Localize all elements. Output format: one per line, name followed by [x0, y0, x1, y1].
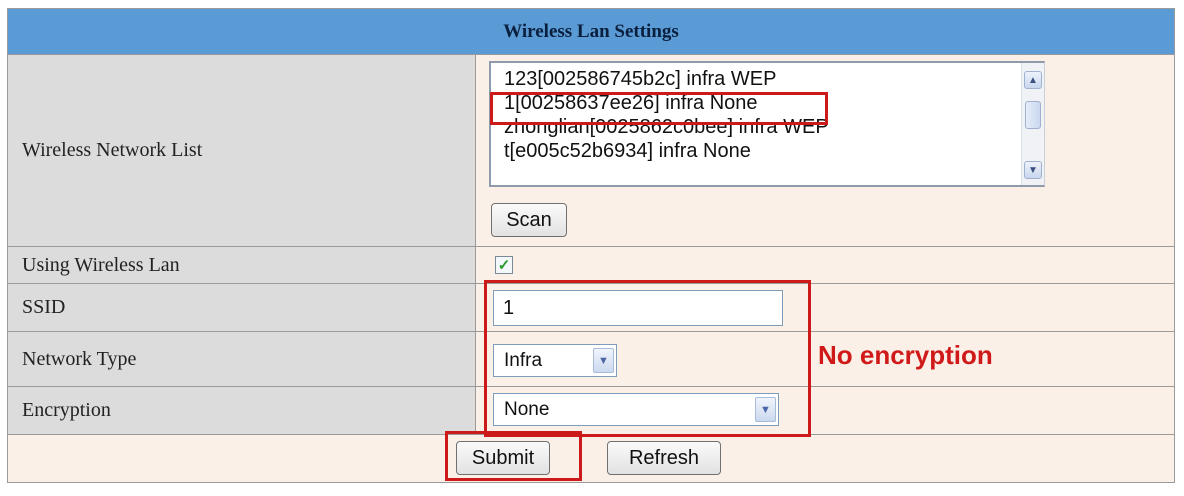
encryption-label: Encryption — [8, 387, 476, 434]
buttons-row: Submit Refresh — [8, 435, 1174, 484]
annotation-no-encryption: No encryption — [818, 340, 993, 370]
refresh-button[interactable]: Refresh — [607, 441, 721, 475]
network-list-row: Wireless Network List 123[002586745b2c] … — [8, 55, 1174, 247]
using-wireless-cell: ✓ — [476, 247, 1174, 283]
listbox-scrollbar[interactable]: ▲ ▼ — [1021, 63, 1044, 185]
network-list-item[interactable]: t[e005c52b6934] infra None — [504, 139, 751, 163]
network-list-label: Wireless Network List — [8, 55, 476, 246]
highlight-selected-network — [490, 92, 828, 125]
highlight-settings-fields — [484, 280, 811, 437]
using-wireless-checkbox[interactable]: ✓ — [495, 256, 513, 274]
checkmark-icon: ✓ — [497, 257, 511, 274]
network-list-item[interactable]: 123[002586745b2c] infra WEP — [504, 67, 776, 91]
using-wireless-row: Using Wireless Lan ✓ — [8, 247, 1174, 284]
network-type-label: Network Type — [8, 332, 476, 386]
highlight-submit-button — [445, 431, 582, 481]
panel-title: Wireless Lan Settings — [8, 9, 1174, 55]
ssid-label: SSID — [8, 284, 476, 331]
scroll-up-icon[interactable]: ▲ — [1024, 71, 1042, 89]
scan-button[interactable]: Scan — [491, 203, 567, 237]
scroll-down-icon[interactable]: ▼ — [1024, 161, 1042, 179]
scrollbar-thumb[interactable] — [1025, 101, 1041, 129]
network-list-cell: 123[002586745b2c] infra WEP 1[00258637ee… — [476, 55, 1174, 246]
using-wireless-label: Using Wireless Lan — [8, 247, 476, 283]
